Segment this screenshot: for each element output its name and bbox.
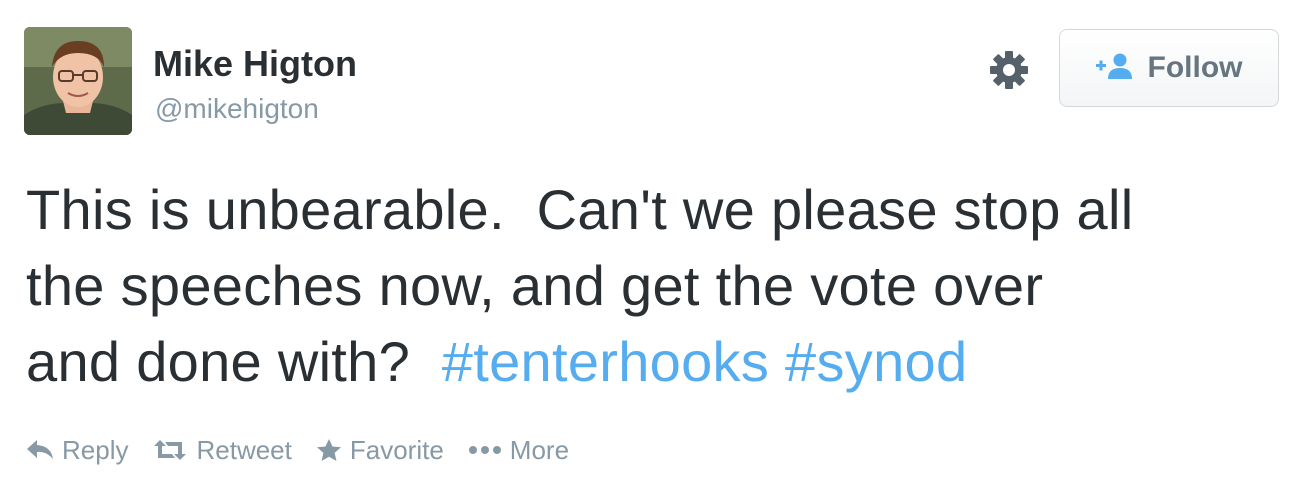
retweet-button[interactable]: Retweet [152, 434, 292, 466]
user-name[interactable]: Mike Higton [153, 42, 357, 86]
star-icon [316, 438, 342, 462]
favorite-button[interactable]: Favorite [316, 435, 444, 466]
follow-button[interactable]: Follow [1059, 29, 1279, 107]
gear-icon[interactable] [986, 47, 1032, 93]
tweet-line: This is unbearable. Can't we please stop… [26, 178, 1134, 241]
user-handle[interactable]: @mikehigton [155, 91, 319, 127]
reply-label: Reply [62, 434, 129, 465]
follow-button-label: Follow [1147, 51, 1243, 84]
retweet-label: Retweet [196, 434, 292, 465]
favorite-label: Favorite [349, 434, 444, 465]
tweet-line: the speeches now, and get the vote over [26, 254, 1044, 317]
hashtag-link[interactable]: #synod [785, 330, 967, 393]
reply-button[interactable]: Reply [26, 435, 128, 466]
avatar[interactable] [24, 27, 132, 135]
more-button[interactable]: More [468, 435, 569, 466]
tweet-actions: Reply Retweet Favorite More [26, 430, 593, 470]
hashtag-link[interactable]: #tenterhooks [442, 330, 769, 393]
more-label: More [509, 434, 570, 465]
tweet-line: and done with? [26, 330, 442, 393]
more-dots-icon [468, 445, 502, 455]
add-user-icon [1095, 52, 1134, 85]
reply-icon [26, 439, 54, 461]
tweet-text: This is unbearable. Can't we please stop… [26, 172, 1286, 400]
retweet-icon [152, 439, 188, 461]
